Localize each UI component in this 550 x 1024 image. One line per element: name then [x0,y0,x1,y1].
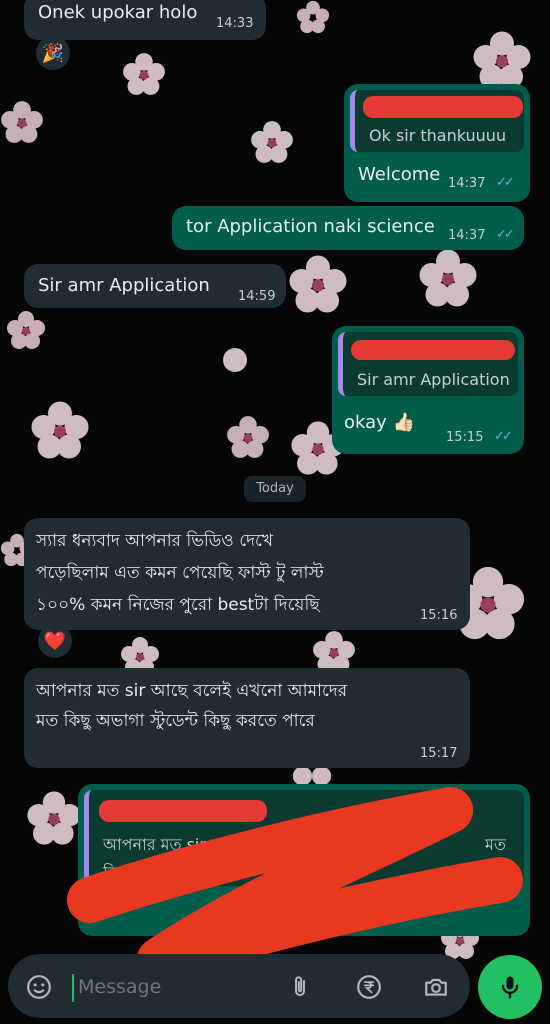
mic-icon [501,976,519,999]
flower-decoration [31,401,89,459]
date-divider: Today [244,476,306,502]
flower-decoration [123,53,165,95]
flower-decoration [27,791,81,845]
flower-decoration [251,121,293,163]
message-text: Welcome [358,164,441,185]
message-time: 14:33 [216,16,254,31]
reaction-badge[interactable]: 🎉 [36,36,70,70]
flower-decoration [223,348,247,372]
mic-button[interactable] [478,955,542,1019]
message-text: Onek upokar holo [38,2,198,23]
message-line: আপনার মত sir আছে বলেই এখনো আমাদের [36,681,348,701]
message-outgoing[interactable]: tor Application naki science 14:37 ✓✓ [172,206,524,250]
read-receipt-icon: ✓✓ [496,175,515,190]
flower-decoration [227,416,269,458]
message-outgoing[interactable]: Sir amr Application okay 👍🏻 15:15 ✓✓ [332,326,524,454]
message-text: okay 👍🏻 [344,412,415,433]
flower-decoration [296,0,330,34]
message-time: 15:15 [446,430,484,445]
paperclip-icon[interactable] [288,974,312,1000]
quoted-message[interactable]: আপনার মত sir আছে মত কিছু অভাগা [84,790,524,886]
message-input[interactable] [76,970,280,1004]
flower-decoration [419,249,477,307]
flower-decoration [289,255,347,313]
message-text: tor Application naki science [186,216,435,237]
flower-decoration [7,311,45,349]
message-time: 14:37 [448,228,486,243]
quoted-text: Sir amr Application [357,370,510,389]
reaction-badge[interactable]: ❤️ [38,624,72,658]
message-incoming[interactable]: Onek upokar holo 14:33 [24,0,266,40]
emoji-icon[interactable] [26,974,52,1000]
message-time: 14:59 [238,289,276,304]
camera-icon[interactable] [422,974,450,1000]
quoted-text: আপনার মত sir আছে [103,835,246,854]
message-line: পড়েছিলাম এত কমন পেয়েছি ফাস্ট টু লাস্ট [36,563,324,583]
flower-decoration [1,101,43,143]
message-incoming[interactable]: স্যার ধন্যবাদ আপনার ভিডিও দেখে পড়েছিলাম… [24,518,470,630]
quoted-text: কিছু অভাগা [103,863,180,882]
redacted-sender-name [363,96,523,118]
message-line: মত কিছু অভাগা স্টুডেন্ট কিছু করতে পারে [36,711,315,731]
message-time: 15:16 [420,608,458,623]
message-outgoing[interactable]: Ok sir thankuuuu Welcome 14:37 ✓✓ [344,84,530,202]
message-text: Sir amr Application [38,275,210,296]
flower-decoration [473,31,531,89]
quoted-message[interactable]: Ok sir thankuuuu [350,90,524,152]
read-receipt-icon: ✓✓ [494,429,513,444]
quoted-message[interactable]: Sir amr Application [338,332,518,396]
message-time: 14:37 [448,176,486,191]
redacted-sender-name [351,340,515,360]
message-line: স্যার ধন্যবাদ আপনার ভিডিও দেখে [36,531,274,551]
message-incoming[interactable]: Sir amr Application 14:59 [24,264,286,308]
quoted-text: Ok sir thankuuuu [369,126,507,145]
message-composer[interactable] [8,954,470,1018]
text-cursor [72,974,74,1002]
heart-icon: ❤️ [43,630,67,652]
quoted-text: মত [485,835,506,854]
read-receipt-icon: ✓✓ [496,227,515,242]
message-line: ১০০% কমন নিজের পুরো bestটা দিয়েছি [36,595,320,615]
redacted-sender-name [99,800,267,822]
message-outgoing[interactable]: আপনার মত sir আছে মত কিছু অভাগা [78,784,530,936]
message-time: 15:17 [420,746,458,761]
rupee-icon[interactable] [356,974,382,1000]
party-popper-icon: 🎉 [41,42,65,64]
message-incoming[interactable]: আপনার মত sir আছে বলেই এখনো আমাদের মত কিছ… [24,668,470,768]
